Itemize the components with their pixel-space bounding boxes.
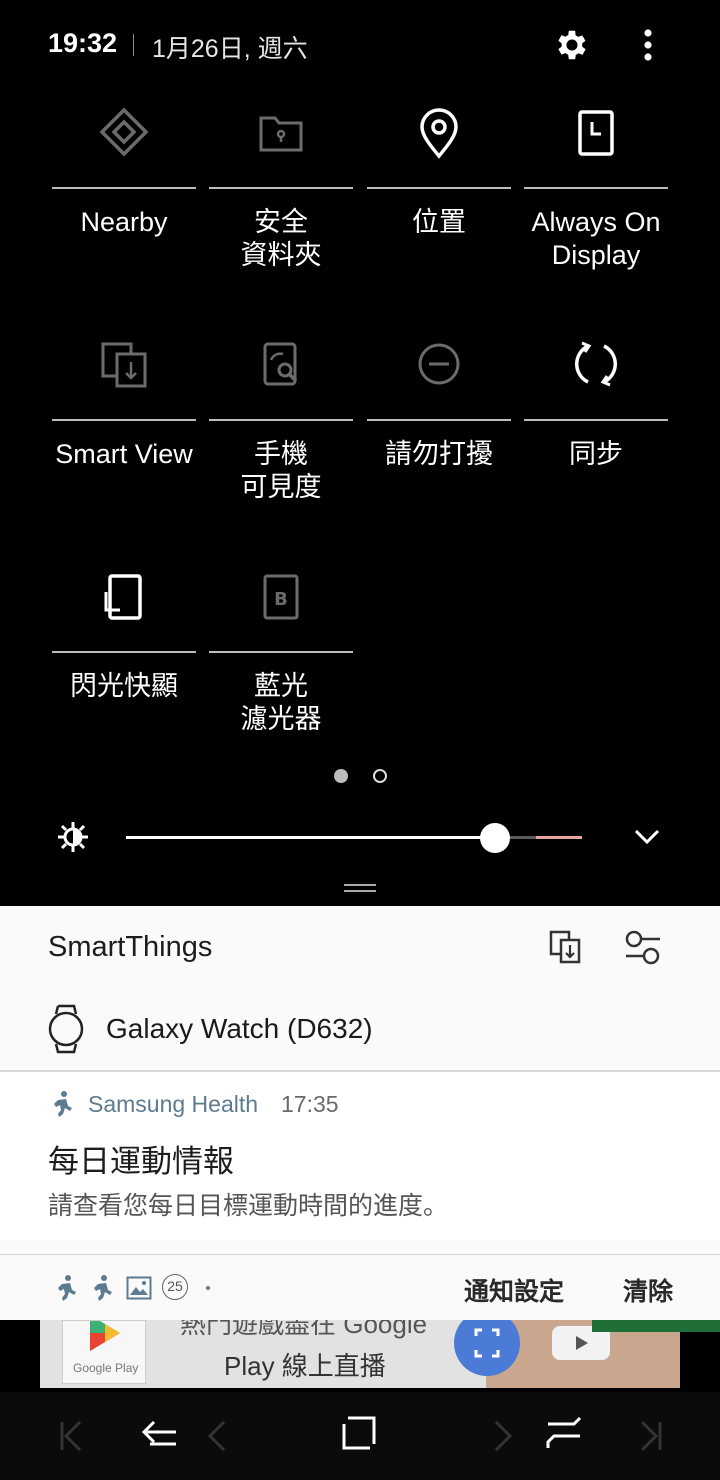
- notification-settings-button[interactable]: 通知設定: [464, 1272, 564, 1308]
- svg-text:B: B: [274, 589, 288, 610]
- chevron-left-icon[interactable]: [202, 1416, 230, 1456]
- google-play-label: Google Play: [73, 1361, 139, 1375]
- notification-overflow-icons: 25: [54, 1274, 234, 1304]
- brightness-thumb[interactable]: [480, 823, 511, 853]
- tile-label: Smart View: [55, 439, 193, 469]
- filter-settings-icon[interactable]: [622, 928, 664, 968]
- play-store-icon: [90, 1321, 120, 1351]
- skip-end-icon[interactable]: [636, 1416, 664, 1456]
- nearby-share-icon: [99, 107, 149, 157]
- clock-time: 19:32: [48, 28, 118, 58]
- smartwatch-icon: [48, 1004, 84, 1054]
- background-ad-banner[interactable]: Google Play 熱門遊戲盡在 Google Play 線上直播: [40, 1320, 680, 1388]
- notification-app-name: Samsung Health: [88, 1091, 259, 1117]
- notification-count-badge: 25: [162, 1274, 188, 1300]
- brightness-row: [0, 810, 720, 870]
- smartthings-title: SmartThings: [48, 931, 213, 963]
- tile-label: Nearby: [80, 207, 168, 237]
- do-not-disturb-icon: [418, 343, 460, 385]
- ad-text-line1: 熱門遊戲盡在 Google: [180, 1320, 428, 1339]
- brightness-slider[interactable]: [126, 836, 582, 839]
- brightness-sun-icon[interactable]: [56, 820, 90, 854]
- sync-icon: [575, 341, 617, 387]
- chevron-down-icon[interactable]: [632, 825, 662, 849]
- back-icon[interactable]: [140, 1414, 180, 1454]
- tile-divider: [209, 651, 353, 653]
- gallery-image-icon: [126, 1276, 152, 1300]
- notification-title: 每日運動情報: [48, 1144, 234, 1179]
- clear-all-button[interactable]: 清除: [623, 1272, 673, 1308]
- tile-divider: [524, 187, 668, 189]
- google-play-logo: Google Play: [62, 1320, 146, 1384]
- fullscreen-button[interactable]: [454, 1320, 520, 1376]
- page-indicator: [0, 769, 720, 785]
- ad-accent-bar: [592, 1320, 720, 1332]
- tile-label: Always On Display: [531, 207, 661, 270]
- home-icon[interactable]: [340, 1414, 380, 1454]
- tile-label: 藍光 濾光器: [240, 671, 322, 734]
- panel-drag-handle[interactable]: [344, 884, 376, 892]
- tile-divider: [209, 419, 353, 421]
- notification-time: 17:35: [281, 1091, 339, 1117]
- tile-divider: [524, 419, 668, 421]
- device-name: Galaxy Watch (D632): [106, 1013, 373, 1044]
- page-dot-active[interactable]: [334, 769, 348, 783]
- status-divider: [133, 34, 134, 56]
- always-on-display-icon: [578, 110, 614, 156]
- status-date: 1月26日, 週六: [152, 35, 308, 63]
- smartthings-device-row[interactable]: Galaxy Watch (D632): [0, 996, 720, 1072]
- navigation-bar: [0, 1392, 720, 1480]
- recent-apps-icon[interactable]: [544, 1414, 584, 1454]
- samsung-health-icon: [54, 1091, 72, 1117]
- tile-divider: [52, 187, 196, 189]
- tile-divider: [52, 651, 196, 653]
- smart-view-icon: [101, 342, 147, 388]
- tile-label: 位置: [412, 207, 466, 237]
- phone-visibility-icon: [263, 342, 298, 386]
- tile-label: 同步: [569, 439, 623, 469]
- tile-divider: [367, 187, 511, 189]
- tile-label: 安全 資料夾: [240, 207, 322, 270]
- settings-gear-icon[interactable]: [553, 26, 591, 64]
- notification-panel: SmartThings Galaxy Watch (D632) Samsung …: [0, 906, 720, 1320]
- more-options-icon[interactable]: [630, 26, 666, 64]
- notification-body: 請查看您每日目標運動時間的進度。: [48, 1192, 449, 1220]
- status-bar: 19:32 1月26日, 週六: [0, 0, 720, 90]
- skip-start-icon[interactable]: [58, 1416, 86, 1456]
- tile-label: 手機 可見度: [240, 439, 322, 502]
- tile-label: 閃光快顯: [70, 671, 178, 701]
- tile-label: 請勿打擾: [385, 439, 493, 469]
- page-dot[interactable]: [373, 769, 387, 783]
- location-pin-icon: [420, 108, 458, 159]
- brightness-warning-zone: [536, 836, 582, 839]
- tile-divider: [209, 187, 353, 189]
- samsung-health-icon: [94, 1275, 112, 1301]
- notification-card[interactable]: Samsung Health 17:35 每日運動情報 請查看您每日目標運動時間…: [0, 1072, 720, 1240]
- overflow-dot: [206, 1286, 210, 1290]
- blue-light-filter-icon: B: [263, 574, 299, 620]
- ad-text-line2: Play 線上直播: [224, 1351, 386, 1381]
- brightness-fill: [126, 836, 496, 839]
- tile-divider: [52, 419, 196, 421]
- fullscreen-icon: [474, 1328, 500, 1358]
- samsung-health-icon: [58, 1275, 76, 1301]
- secure-folder-icon: [259, 116, 303, 152]
- smart-view-share-icon[interactable]: [546, 928, 586, 968]
- tile-divider: [367, 419, 511, 421]
- chevron-right-icon[interactable]: [490, 1416, 518, 1456]
- flash-screen-icon: [104, 574, 142, 620]
- section-divider: [0, 1254, 720, 1255]
